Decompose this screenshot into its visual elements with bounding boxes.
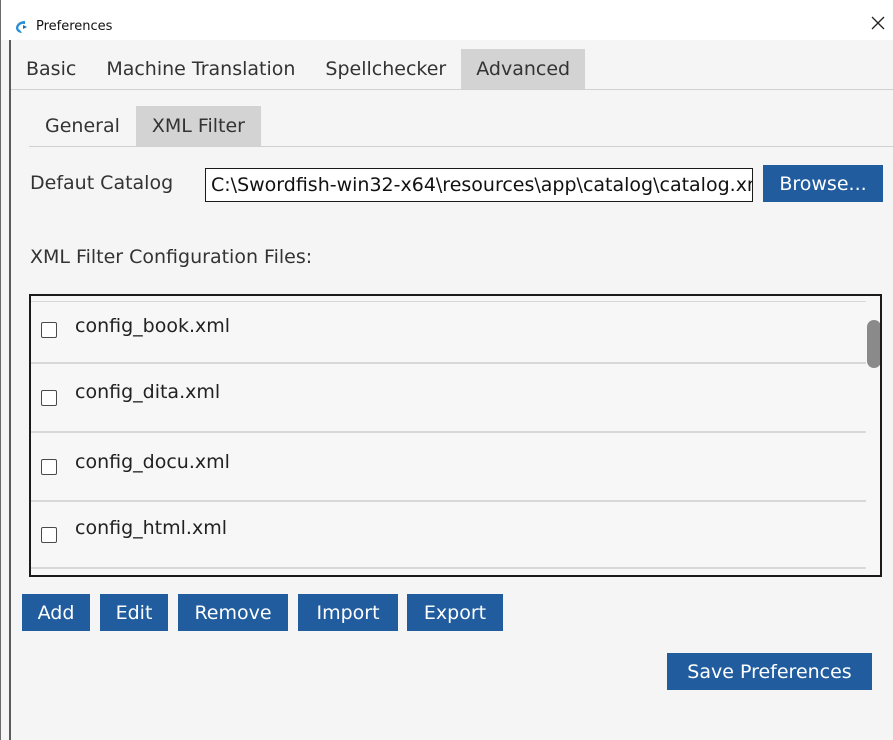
tab-basic[interactable]: Basic [11,49,91,89]
checkbox[interactable] [41,390,57,406]
list-item-config-html[interactable]: config_html.xml [31,501,866,569]
list-scrollbar-thumb[interactable] [867,320,880,368]
filter-files-list[interactable]: config_book.xml config_dita.xml config_d… [29,294,882,577]
list-item-config-dita[interactable]: config_dita.xml [31,365,866,433]
checkbox[interactable] [41,527,57,543]
list-item-label: config_docu.xml [75,451,230,473]
main-tab-bar: Basic Machine Translation Spellchecker A… [11,49,586,89]
checkbox[interactable] [41,459,57,475]
save-preferences-button[interactable]: Save Preferences [667,653,872,690]
list-item-label: config_html.xml [75,517,227,539]
export-button[interactable]: Export [407,594,503,631]
close-button[interactable] [861,10,893,40]
main-tabs-divider [11,89,893,90]
list-item-config-docu[interactable]: config_docu.xml [31,434,866,502]
default-catalog-label: Defaut Catalog [30,172,174,194]
tab-xml-filter[interactable]: XML Filter [135,106,261,146]
title-bar: Preferences [1,0,893,40]
list-item-config-book[interactable]: config_book.xml [31,296,866,364]
edit-button[interactable]: Edit [100,594,168,631]
sub-tab-bar: General XML Filter [29,106,261,146]
tab-advanced[interactable]: Advanced [461,49,586,89]
preferences-window: Preferences Basic Machine Translation Sp… [0,0,893,740]
window-left-border [9,40,11,740]
window-title: Preferences [36,19,113,34]
checkbox[interactable] [41,322,57,338]
browse-button[interactable]: Browse... [763,165,883,202]
remove-button[interactable]: Remove [178,594,288,631]
default-catalog-input[interactable]: C:\Swordfish-win32-x64\resources\app\cat… [205,168,753,202]
swordfish-logo-icon [14,19,28,35]
list-item-label: config_book.xml [75,315,231,337]
import-button[interactable]: Import [298,594,398,631]
tab-spellchecker[interactable]: Spellchecker [310,49,461,89]
tab-general[interactable]: General [29,106,136,146]
tab-machine-translation[interactable]: Machine Translation [91,49,310,89]
sub-tabs-divider [29,146,893,147]
list-item-label: config_dita.xml [75,381,221,403]
add-button[interactable]: Add [22,594,90,631]
close-icon [871,16,885,35]
filter-files-label: XML Filter Configuration Files: [30,246,313,268]
